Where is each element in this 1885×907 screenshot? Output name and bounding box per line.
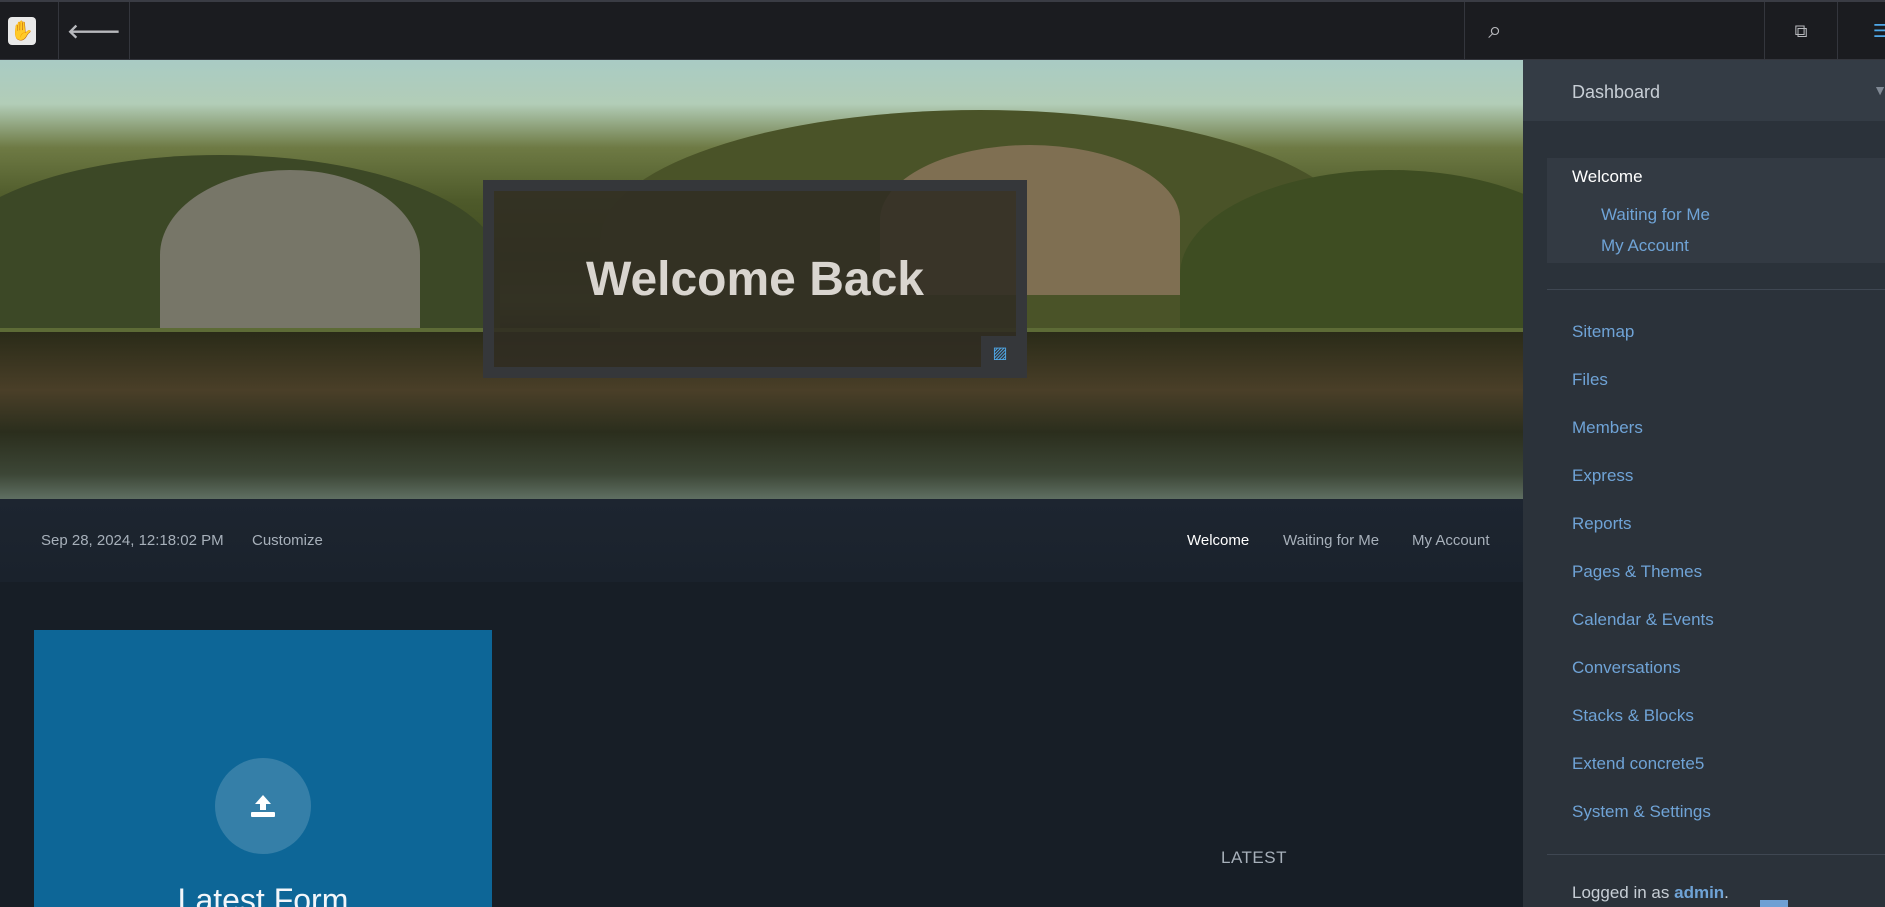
current-datetime: Sep 28, 2024, 12:18:02 PM — [41, 532, 224, 549]
logged-in-user-link[interactable]: admin — [1674, 883, 1724, 902]
panel-item-extend[interactable]: Extend concrete5 — [1572, 754, 1704, 774]
hero-title-box: Welcome Back ▨ — [483, 180, 1027, 378]
latest-heading: LATEST — [1221, 848, 1287, 867]
upload-icon — [215, 758, 311, 854]
panel-item-express[interactable]: Express — [1572, 466, 1633, 486]
versions-button[interactable]: ⧉ — [1765, 2, 1837, 60]
panel-item-conversations[interactable]: Conversations — [1572, 658, 1681, 678]
tile-title: Latest Form — [177, 882, 349, 907]
search-button[interactable]: ⌕ — [1465, 2, 1525, 60]
tab-waiting-for-me[interactable]: Waiting for Me — [1283, 532, 1379, 549]
tab-my-account[interactable]: My Account — [1412, 532, 1490, 549]
hero-title: Welcome Back — [586, 252, 924, 306]
image-icon: ▨ — [992, 345, 1008, 362]
arrow-left-icon: 🡐 — [67, 20, 121, 43]
top-toolbar: ✋ 🡐 ⌕ ⧉ ☰ — [0, 0, 1885, 60]
logged-in-status: Logged in as admin. — [1572, 883, 1729, 902]
customize-link[interactable]: Customize — [252, 532, 323, 549]
panel-item-my-account[interactable]: My Account — [1601, 236, 1689, 256]
panel-item-files[interactable]: Files — [1572, 370, 1608, 390]
back-button[interactable]: 🡐 — [59, 2, 129, 60]
panel-item-reports[interactable]: Reports — [1572, 514, 1632, 534]
panel-item-sitemap[interactable]: Sitemap — [1572, 322, 1634, 342]
panel-item-waiting-for-me[interactable]: Waiting for Me — [1601, 205, 1710, 225]
dashboard-panel: Dashboard ▼ Welcome Waiting for Me My Ac… — [1523, 60, 1885, 907]
panel-item-system-settings[interactable]: System & Settings — [1572, 802, 1711, 822]
panel-header[interactable]: Dashboard ▼ — [1523, 60, 1885, 121]
latest-form-tile[interactable]: Latest Form — [34, 630, 492, 907]
concrete-logo-icon: ✋ — [8, 17, 36, 45]
logo-button[interactable]: ✋ — [0, 2, 44, 60]
copy-icon: ⧉ — [1794, 20, 1808, 41]
panel-item-members[interactable]: Members — [1572, 418, 1643, 438]
panel-item-pages-themes[interactable]: Pages & Themes — [1572, 562, 1702, 582]
panel-item-welcome[interactable]: Welcome — [1572, 167, 1643, 187]
sliders-icon: ☰ — [1872, 20, 1885, 41]
panel-item-stacks-blocks[interactable]: Stacks & Blocks — [1572, 706, 1694, 726]
dashboard-panel-button[interactable]: ☰ — [1838, 2, 1885, 60]
panel-item-calendar-events[interactable]: Calendar & Events — [1572, 610, 1714, 630]
scroll-handle[interactable] — [1760, 900, 1788, 907]
tab-welcome[interactable]: Welcome — [1187, 532, 1249, 549]
search-icon: ⌕ — [1488, 17, 1502, 44]
dashboard-subnav: Sep 28, 2024, 12:18:02 PM Customize Welc… — [0, 499, 1523, 582]
panel-title: Dashboard — [1572, 82, 1661, 102]
chevron-down-icon: ▼ — [1873, 82, 1885, 98]
hero-banner: Welcome Back ▨ — [0, 60, 1523, 499]
change-image-button[interactable]: ▨ — [981, 336, 1019, 370]
